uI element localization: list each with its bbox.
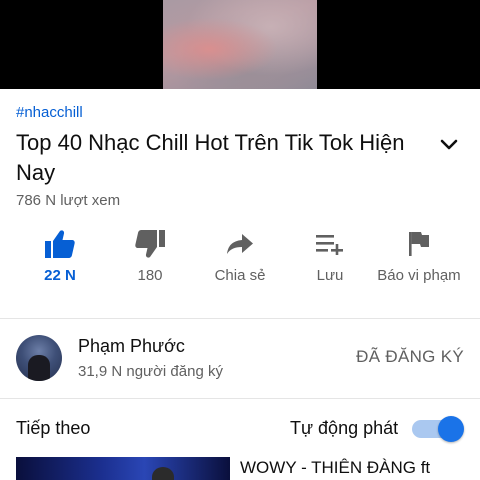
next-video-title[interactable]: WOWY - THIÊN ĐÀNG ft: [240, 458, 430, 478]
video-frame[interactable]: [163, 0, 317, 89]
channel-row[interactable]: Phạm Phước 31,9 N người đăng ký ĐÃ ĐĂNG …: [0, 319, 480, 397]
hashtag-link[interactable]: #nhacchill: [16, 104, 83, 121]
autoplay-toggle[interactable]: [410, 416, 464, 442]
autoplay-label: Tự động phát: [290, 418, 399, 438]
flag-icon: [374, 224, 464, 264]
next-video-thumbnail[interactable]: [16, 457, 230, 480]
like-button[interactable]: 22 N: [15, 224, 105, 284]
subscribed-button[interactable]: ĐÃ ĐĂNG KÝ: [356, 347, 464, 367]
dislike-button[interactable]: 180: [105, 224, 195, 284]
dislike-count: 180: [137, 267, 163, 284]
video-title: Top 40 Nhạc Chill Hot Trên Tik Tok Hiện …: [16, 130, 405, 185]
channel-avatar[interactable]: [16, 335, 62, 381]
channel-name[interactable]: Phạm Phước: [78, 336, 185, 357]
share-arrow-icon: [195, 224, 285, 264]
thumbs-up-icon: [15, 224, 105, 264]
thumbnail-figure: [152, 467, 174, 480]
like-count: 22 N: [44, 267, 76, 284]
view-count: 786 N lượt xem: [16, 192, 121, 209]
save-button[interactable]: Lưu: [285, 224, 375, 284]
playlist-add-icon: [285, 224, 375, 264]
share-label: Chia sẻ: [214, 267, 266, 284]
up-next-heading: Tiếp theo: [16, 418, 91, 438]
expand-chevron-icon[interactable]: [436, 132, 462, 158]
share-button[interactable]: Chia sẻ: [195, 224, 285, 284]
subscriber-count: 31,9 N người đăng ký: [78, 363, 223, 380]
divider: [0, 398, 480, 399]
thumbs-down-icon: [105, 224, 195, 264]
report-button[interactable]: Báo vi phạm: [374, 224, 464, 284]
action-bar: 22 N 180 Chia sẻ Lưu Báo vi phạm: [0, 224, 480, 314]
save-label: Lưu: [316, 267, 344, 284]
toggle-knob: [438, 416, 464, 442]
report-label: Báo vi phạm: [377, 267, 461, 284]
video-player[interactable]: [0, 0, 480, 89]
